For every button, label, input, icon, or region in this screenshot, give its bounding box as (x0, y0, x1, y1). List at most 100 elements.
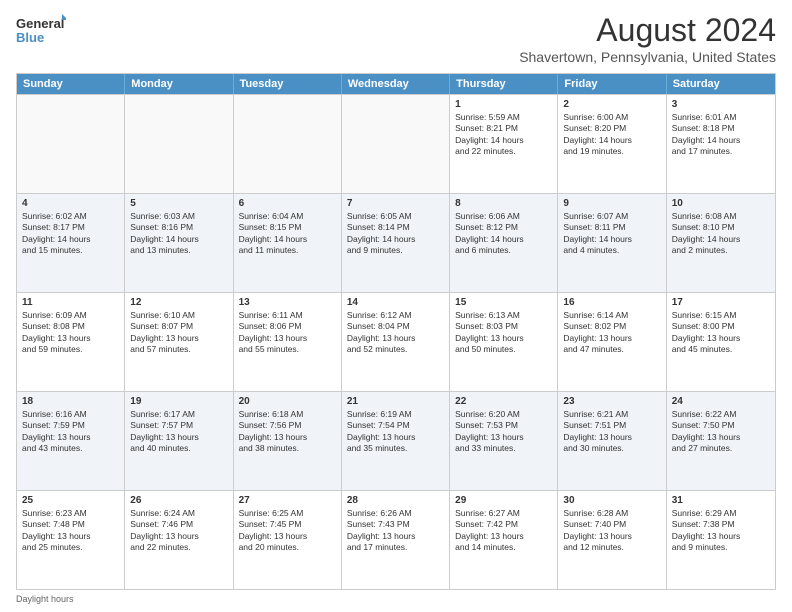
day-number: 12 (130, 297, 227, 308)
day-info: Sunrise: 6:18 AM Sunset: 7:56 PM Dayligh… (239, 409, 336, 455)
day-number: 16 (563, 297, 660, 308)
day-number: 23 (563, 396, 660, 407)
day-cell-11: 11 Sunrise: 6:09 AM Sunset: 8:08 PM Dayli… (17, 293, 125, 391)
day-cell-7: 7 Sunrise: 6:05 AM Sunset: 8:14 PM Daylig… (342, 194, 450, 292)
day-info: Sunrise: 6:13 AM Sunset: 8:03 PM Dayligh… (455, 310, 552, 356)
day-cell-15: 15 Sunrise: 6:13 AM Sunset: 8:03 PM Dayli… (450, 293, 558, 391)
calendar-row: 1 Sunrise: 5:59 AM Sunset: 8:21 PM Daylig… (17, 94, 775, 193)
day-cell-3: 3 Sunrise: 6:01 AM Sunset: 8:18 PM Daylig… (667, 95, 775, 193)
calendar-row: 18 Sunrise: 6:16 AM Sunset: 7:59 PM Dayli… (17, 391, 775, 490)
day-number: 3 (672, 99, 770, 110)
day-number: 4 (22, 198, 119, 209)
calendar-body: 1 Sunrise: 5:59 AM Sunset: 8:21 PM Daylig… (17, 94, 775, 589)
day-info: Sunrise: 6:25 AM Sunset: 7:45 PM Dayligh… (239, 508, 336, 554)
day-cell-29: 29 Sunrise: 6:27 AM Sunset: 7:42 PM Dayli… (450, 491, 558, 589)
day-info: Sunrise: 6:15 AM Sunset: 8:00 PM Dayligh… (672, 310, 770, 356)
day-number: 22 (455, 396, 552, 407)
day-number: 18 (22, 396, 119, 407)
sub-title: Shavertown, Pennsylvania, United States (519, 49, 776, 65)
day-number: 17 (672, 297, 770, 308)
day-info: Sunrise: 6:11 AM Sunset: 8:06 PM Dayligh… (239, 310, 336, 356)
day-cell-2: 2Sunrise: 6:00 AM Sunset: 8:20 PM Daylig… (558, 95, 666, 193)
day-info: Sunrise: 6:26 AM Sunset: 7:43 PM Dayligh… (347, 508, 444, 554)
day-number: 15 (455, 297, 552, 308)
day-info: Sunrise: 5:59 AM Sunset: 8:21 PM Dayligh… (455, 112, 552, 158)
day-number: 7 (347, 198, 444, 209)
day-cell-19: 19Sunrise: 6:17 AM Sunset: 7:57 PM Dayli… (125, 392, 233, 490)
day-cell-18: 18 Sunrise: 6:16 AM Sunset: 7:59 PM Dayli… (17, 392, 125, 490)
empty-cell (17, 95, 125, 193)
logo-svg: General Blue (16, 12, 66, 50)
day-cell-5: 5 Sunrise: 6:03 AM Sunset: 8:16 PM Daylig… (125, 194, 233, 292)
day-info: Sunrise: 6:05 AM Sunset: 8:14 PM Dayligh… (347, 211, 444, 257)
day-cell-14: 14Sunrise: 6:12 AM Sunset: 8:04 PM Dayli… (342, 293, 450, 391)
day-cell-22: 22Sunrise: 6:20 AM Sunset: 7:53 PM Dayli… (450, 392, 558, 490)
day-cell-8: 8 Sunrise: 6:06 AM Sunset: 8:12 PM Daylig… (450, 194, 558, 292)
day-info: Sunrise: 6:29 AM Sunset: 7:38 PM Dayligh… (672, 508, 770, 554)
header-cell-saturday: Saturday (667, 74, 775, 94)
day-info: Sunrise: 6:24 AM Sunset: 7:46 PM Dayligh… (130, 508, 227, 554)
day-number: 19 (130, 396, 227, 407)
day-info: Sunrise: 6:07 AM Sunset: 8:11 PM Dayligh… (563, 211, 660, 257)
day-number: 29 (455, 495, 552, 506)
day-cell-4: 4 Sunrise: 6:02 AM Sunset: 8:17 PM Daylig… (17, 194, 125, 292)
day-number: 31 (672, 495, 770, 506)
day-number: 8 (455, 198, 552, 209)
main-title: August 2024 (519, 12, 776, 49)
calendar-row: 4 Sunrise: 6:02 AM Sunset: 8:17 PM Daylig… (17, 193, 775, 292)
day-cell-23: 23 Sunrise: 6:21 AM Sunset: 7:51 PM Dayli… (558, 392, 666, 490)
footer: Daylight hours (16, 594, 776, 604)
empty-cell (125, 95, 233, 193)
day-number: 14 (347, 297, 444, 308)
day-info: Sunrise: 6:01 AM Sunset: 8:18 PM Dayligh… (672, 112, 770, 158)
day-cell-17: 17 Sunrise: 6:15 AM Sunset: 8:00 PM Dayli… (667, 293, 775, 391)
empty-cell (342, 95, 450, 193)
day-number: 27 (239, 495, 336, 506)
calendar-row: 25Sunrise: 6:23 AM Sunset: 7:48 PM Dayli… (17, 490, 775, 589)
day-cell-31: 31 Sunrise: 6:29 AM Sunset: 7:38 PM Dayli… (667, 491, 775, 589)
day-info: Sunrise: 6:16 AM Sunset: 7:59 PM Dayligh… (22, 409, 119, 455)
day-info: Sunrise: 6:04 AM Sunset: 8:15 PM Dayligh… (239, 211, 336, 257)
day-info: Sunrise: 6:09 AM Sunset: 8:08 PM Dayligh… (22, 310, 119, 356)
page-header: General Blue August 2024 Shavertown, Pen… (16, 12, 776, 65)
day-cell-26: 26 Sunrise: 6:24 AM Sunset: 7:46 PM Dayli… (125, 491, 233, 589)
day-cell-10: 10 Sunrise: 6:08 AM Sunset: 8:10 PM Dayli… (667, 194, 775, 292)
title-block: August 2024 Shavertown, Pennsylvania, Un… (519, 12, 776, 65)
day-number: 5 (130, 198, 227, 209)
day-cell-28: 28Sunrise: 6:26 AM Sunset: 7:43 PM Dayli… (342, 491, 450, 589)
day-number: 25 (22, 495, 119, 506)
day-cell-20: 20 Sunrise: 6:18 AM Sunset: 7:56 PM Dayli… (234, 392, 342, 490)
svg-text:Blue: Blue (16, 30, 44, 45)
header-cell-tuesday: Tuesday (234, 74, 342, 94)
header-cell-wednesday: Wednesday (342, 74, 450, 94)
day-info: Sunrise: 6:02 AM Sunset: 8:17 PM Dayligh… (22, 211, 119, 257)
calendar-header: SundayMondayTuesdayWednesdayThursdayFrid… (17, 74, 775, 94)
day-number: 10 (672, 198, 770, 209)
day-info: Sunrise: 6:03 AM Sunset: 8:16 PM Dayligh… (130, 211, 227, 257)
day-info: Sunrise: 6:28 AM Sunset: 7:40 PM Dayligh… (563, 508, 660, 554)
calendar: SundayMondayTuesdayWednesdayThursdayFrid… (16, 73, 776, 590)
header-cell-thursday: Thursday (450, 74, 558, 94)
day-number: 21 (347, 396, 444, 407)
day-number: 11 (22, 297, 119, 308)
empty-cell (234, 95, 342, 193)
day-number: 26 (130, 495, 227, 506)
day-number: 9 (563, 198, 660, 209)
day-cell-27: 27 Sunrise: 6:25 AM Sunset: 7:45 PM Dayli… (234, 491, 342, 589)
day-number: 2 (563, 99, 660, 110)
header-cell-friday: Friday (558, 74, 666, 94)
day-info: Sunrise: 6:08 AM Sunset: 8:10 PM Dayligh… (672, 211, 770, 257)
day-number: 1 (455, 99, 552, 110)
day-number: 24 (672, 396, 770, 407)
calendar-row: 11 Sunrise: 6:09 AM Sunset: 8:08 PM Dayli… (17, 292, 775, 391)
day-cell-6: 6 Sunrise: 6:04 AM Sunset: 8:15 PM Daylig… (234, 194, 342, 292)
day-number: 6 (239, 198, 336, 209)
day-info: Sunrise: 6:27 AM Sunset: 7:42 PM Dayligh… (455, 508, 552, 554)
header-cell-sunday: Sunday (17, 74, 125, 94)
day-info: Sunrise: 6:22 AM Sunset: 7:50 PM Dayligh… (672, 409, 770, 455)
day-number: 20 (239, 396, 336, 407)
day-info: Sunrise: 6:21 AM Sunset: 7:51 PM Dayligh… (563, 409, 660, 455)
day-info: Sunrise: 6:06 AM Sunset: 8:12 PM Dayligh… (455, 211, 552, 257)
day-cell-30: 30Sunrise: 6:28 AM Sunset: 7:40 PM Dayli… (558, 491, 666, 589)
svg-text:General: General (16, 16, 64, 31)
